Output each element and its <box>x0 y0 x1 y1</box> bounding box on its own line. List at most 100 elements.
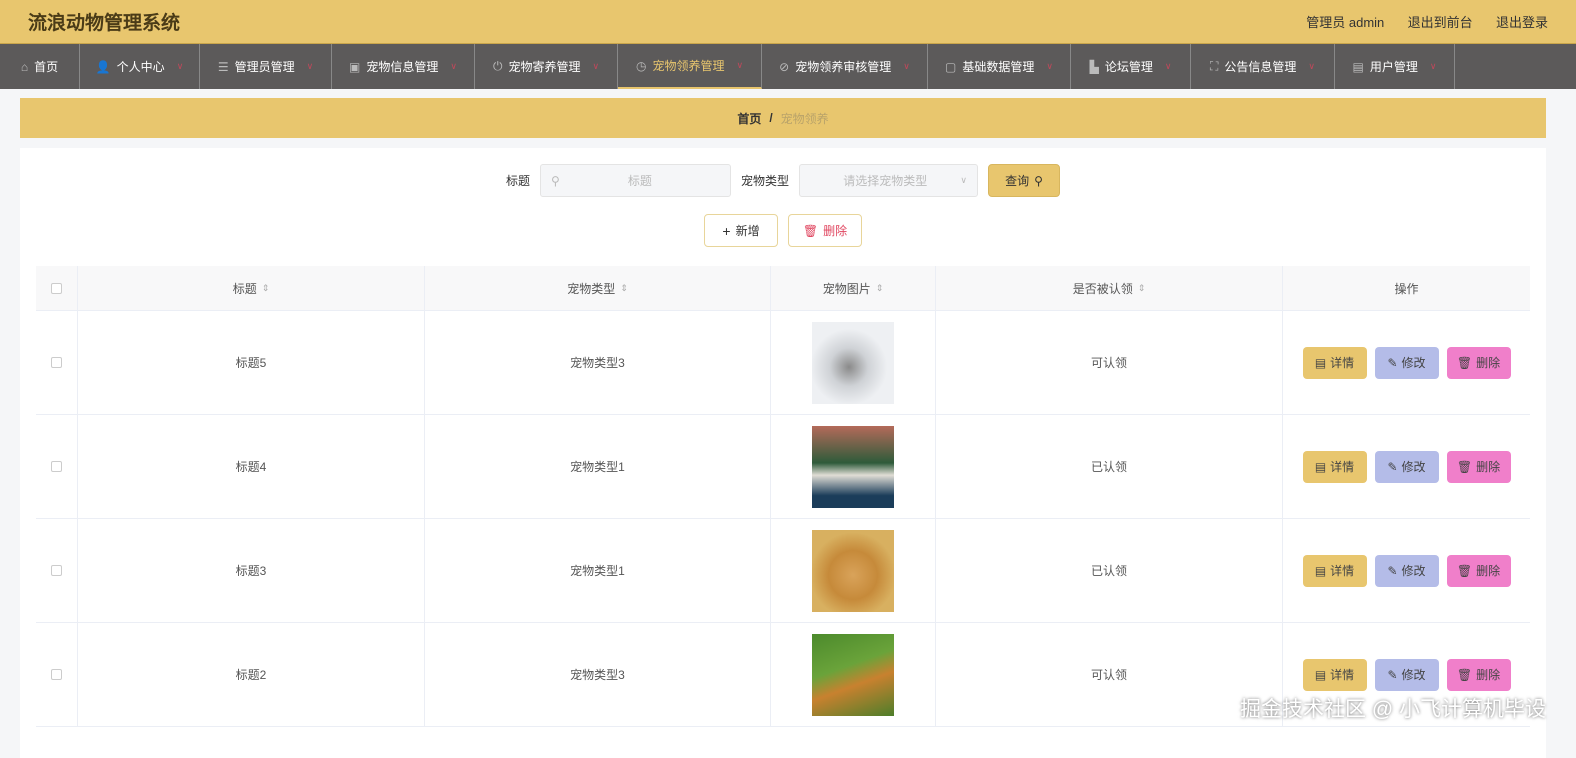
delete-button[interactable]: 🗑 删除 <box>1446 450 1511 483</box>
nav-item-0[interactable]: ⌂ 首页 <box>0 44 80 89</box>
delete-button[interactable]: 🗑 删除 <box>1446 554 1511 587</box>
detail-label: 详情 <box>1330 460 1355 474</box>
row-checkbox[interactable] <box>51 461 62 472</box>
message-icon: ▢ <box>945 59 957 74</box>
nav-item-2[interactable]: ☰ 管理员管理 ∨ <box>200 44 332 89</box>
nav-item-5[interactable]: ◷ 宠物领养管理 ∨ <box>618 44 762 89</box>
nav-item-3[interactable]: ▣ 宠物信息管理 ∨ <box>332 44 475 89</box>
logout-link[interactable]: 退出登录 <box>1496 15 1548 30</box>
delete-label: 删除 <box>1476 564 1501 578</box>
title-search-input[interactable]: ⚲ 标题 <box>540 164 731 197</box>
edit-button[interactable]: ✎ 修改 <box>1374 554 1439 587</box>
nav-item-7[interactable]: ▢ 基础数据管理 ∨ <box>928 44 1071 89</box>
edit-button[interactable]: ✎ 修改 <box>1374 346 1439 379</box>
adoption-table: 标题 ⇕ 宠物类型 ⇕ 宠物图片 ⇕ 是否被认领 ⇕ 操作 标题5 宠物类型3 可认领 … <box>36 266 1530 727</box>
detail-label: 详情 <box>1330 564 1355 578</box>
no-icon: ⊘ <box>779 59 790 74</box>
add-button[interactable]: + 新增 <box>704 214 778 247</box>
trash-icon: 🗑 <box>1456 459 1473 474</box>
chevron-down-icon: ∨ <box>306 61 314 71</box>
pet-image[interactable] <box>812 425 894 508</box>
app-title: 流浪动物管理系统 <box>28 13 181 34</box>
pet-image[interactable] <box>812 529 894 612</box>
detail-button[interactable]: ▤ 详情 <box>1302 450 1367 483</box>
nav-item-1[interactable]: 👤 个人中心 ∨ <box>80 44 200 89</box>
detail-button[interactable]: ▤ 详情 <box>1302 658 1367 691</box>
table-row: 标题3 宠物类型1 已认领 ▤ 详情 ✎ 修改 🗑 删除 <box>36 519 1530 623</box>
edit-label: 修改 <box>1401 564 1426 578</box>
sort-icon[interactable]: ⇕ <box>620 283 628 294</box>
pencil-icon: ✎ <box>1387 667 1398 682</box>
nav-label: 论坛管理 <box>1104 60 1153 74</box>
pencil-icon: ✎ <box>1387 563 1398 578</box>
nav-item-9[interactable]: ⛶ 公告信息管理 ∨ <box>1191 44 1335 89</box>
type-placeholder: 请选择宠物类型 <box>843 174 928 188</box>
nav-label: 宠物寄养管理 <box>508 60 581 74</box>
cell-claimed: 已认领 <box>936 519 1283 622</box>
header-title[interactable]: 标题 ⇕ <box>78 266 425 310</box>
edit-button[interactable]: ✎ 修改 <box>1374 658 1439 691</box>
table-row: 标题4 宠物类型1 已认领 ▤ 详情 ✎ 修改 🗑 删除 <box>36 415 1530 519</box>
row-checkbox[interactable] <box>51 669 62 680</box>
nav-item-10[interactable]: ▤ 用户管理 ∨ <box>1335 44 1455 89</box>
batch-delete-button[interactable]: 🗑 删除 <box>788 214 862 247</box>
cell-claimed: 已认领 <box>936 415 1283 518</box>
delete-button[interactable]: 🗑 删除 <box>1446 346 1511 379</box>
watermark: 掘金技术社区 @ 小飞计算机毕设 <box>1240 698 1546 721</box>
header-type[interactable]: 宠物类型 ⇕ <box>425 266 771 310</box>
header-image[interactable]: 宠物图片 ⇕ <box>771 266 936 310</box>
detail-label: 详情 <box>1330 668 1355 682</box>
cell-title: 标题5 <box>78 311 425 414</box>
action-bar: + 新增 🗑 删除 <box>20 214 1546 247</box>
cell-type: 宠物类型1 <box>425 415 771 518</box>
pencil-icon: ✎ <box>1387 355 1398 370</box>
add-label: 新增 <box>735 224 760 238</box>
header-label: 宠物类型 <box>567 281 616 296</box>
sort-icon[interactable]: ⇕ <box>262 283 270 294</box>
query-button[interactable]: 查询 ⚲ <box>988 164 1061 197</box>
chevron-down-icon: ∨ <box>1429 61 1437 71</box>
sort-icon[interactable]: ⇕ <box>876 283 884 294</box>
document-icon: ▤ <box>1352 59 1364 74</box>
nav-item-4[interactable]: ⏻ 宠物寄养管理 ∨ <box>475 44 618 89</box>
nav-item-6[interactable]: ⊘ 宠物领养审核管理 ∨ <box>762 44 928 89</box>
pet-image[interactable] <box>812 633 894 716</box>
header-label: 标题 <box>232 281 257 296</box>
chevron-down-icon: ∨ <box>450 61 457 71</box>
nav-label: 基础数据管理 <box>962 60 1035 74</box>
detail-label: 详情 <box>1330 356 1355 370</box>
clipboard-icon: ▣ <box>349 59 361 74</box>
forum-icon: ▙ <box>1089 59 1099 74</box>
header-claimed[interactable]: 是否被认领 ⇕ <box>936 266 1283 310</box>
fullscreen-icon: ⛶ <box>1209 59 1219 73</box>
breadcrumb-home[interactable]: 首页 <box>737 110 761 127</box>
exit-to-front-link[interactable]: 退出到前台 <box>1408 15 1473 30</box>
nav-label: 用户管理 <box>1369 60 1418 74</box>
detail-button[interactable]: ▤ 详情 <box>1302 346 1367 379</box>
search-bar: 标题 ⚲ 标题 宠物类型 请选择宠物类型 ∨ 查询 ⚲ <box>20 164 1546 197</box>
pet-type-select[interactable]: 请选择宠物类型 ∨ <box>799 164 979 197</box>
nav-label: 宠物领养审核管理 <box>795 60 892 74</box>
select-all-checkbox[interactable] <box>51 282 62 294</box>
row-checkbox[interactable] <box>51 357 62 368</box>
document-icon: ▤ <box>1314 459 1327 474</box>
breadcrumb: 首页 / 宠物领养 <box>20 98 1546 138</box>
detail-button[interactable]: ▤ 详情 <box>1302 554 1367 587</box>
power-icon: ⏻ <box>492 59 503 73</box>
sort-icon[interactable]: ⇕ <box>1138 283 1146 294</box>
trash-icon: 🗑 <box>802 223 819 238</box>
row-checkbox[interactable] <box>51 565 62 576</box>
delete-label: 删除 <box>823 224 848 238</box>
edit-label: 修改 <box>1401 356 1426 370</box>
chevron-down-icon: ∨ <box>903 61 910 71</box>
chevron-down-icon: ∨ <box>736 60 744 70</box>
edit-button[interactable]: ✎ 修改 <box>1374 450 1439 483</box>
delete-button[interactable]: 🗑 删除 <box>1446 658 1511 691</box>
nav-item-8[interactable]: ▙ 论坛管理 ∨ <box>1071 44 1191 89</box>
pet-image[interactable] <box>812 321 894 404</box>
pencil-icon: ✎ <box>1387 459 1398 474</box>
edit-label: 修改 <box>1401 460 1426 474</box>
home-icon: ⌂ <box>20 59 29 74</box>
header-label: 是否被认领 <box>1072 281 1133 296</box>
breadcrumb-current: 宠物领养 <box>780 111 829 126</box>
